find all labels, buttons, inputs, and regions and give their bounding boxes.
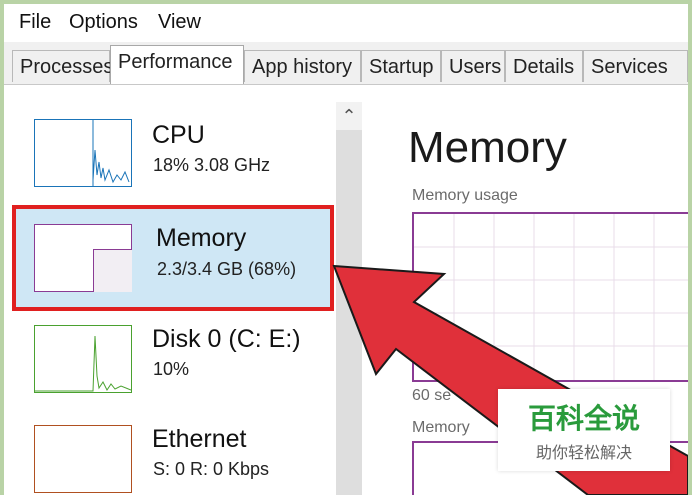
ethernet-label: Ethernet <box>152 425 247 453</box>
cpu-detail: 18% 3.08 GHz <box>153 155 271 175</box>
disk-graph <box>34 325 132 393</box>
memory-usage-graph <box>412 212 688 382</box>
menu-options[interactable]: Options <box>69 11 138 34</box>
disk-detail: 10% <box>153 359 190 379</box>
disk-graph-lines <box>35 335 131 392</box>
sidebar-scrollbar[interactable]: ⌃ <box>336 102 362 495</box>
tab-users[interactable]: Users <box>441 50 505 82</box>
memory-detail: 2.3/3.4 GB (68%) <box>157 259 297 279</box>
memory-usage-label: Memory usage <box>412 187 518 204</box>
ethernet-graph <box>34 425 132 493</box>
cpu-graph <box>34 119 132 187</box>
menu-bar: File Options View <box>4 4 688 42</box>
page-title: Memory <box>408 123 567 172</box>
memory-label: Memory <box>156 224 247 252</box>
disk-label: Disk 0 (C: E:) <box>152 325 301 353</box>
task-manager-window: File Options View Processes Performance … <box>4 4 688 495</box>
watermark-subtitle: 助你轻松解决 <box>535 445 632 462</box>
usage-grid <box>414 214 688 380</box>
scroll-up-icon[interactable]: ⌃ <box>336 102 362 130</box>
watermark-badge: 百科全说 助你轻松解决 <box>498 389 670 471</box>
tab-startup[interactable]: Startup <box>361 50 441 82</box>
memory-usage-fill <box>93 249 132 292</box>
tab-app-history[interactable]: App history <box>244 50 361 82</box>
tab-services[interactable]: Services <box>583 50 688 82</box>
cpu-graph-lines <box>92 120 130 186</box>
menu-view[interactable]: View <box>158 11 201 34</box>
menu-file[interactable]: File <box>19 11 51 34</box>
resource-list: CPU 18% 3.08 GHz Memory 2.3/3.4 GB (68%)… <box>4 85 336 495</box>
memory-composition-label: Memory <box>412 419 470 436</box>
tab-performance[interactable]: Performance <box>110 45 244 84</box>
resource-item-memory[interactable]: Memory 2.3/3.4 GB (68%) <box>12 205 334 311</box>
tab-bar: Processes Performance App history Startu… <box>4 42 688 85</box>
ethernet-detail: S: 0 R: 0 Kbps <box>153 459 270 479</box>
time-axis-label: 60 se <box>412 387 452 404</box>
cpu-label: CPU <box>152 121 205 149</box>
watermark-title: 百科全说 <box>527 403 640 434</box>
resource-item-ethernet[interactable]: Ethernet S: 0 R: 0 Kbps <box>4 415 336 495</box>
resource-item-disk[interactable]: Disk 0 (C: E:) 10% <box>4 315 336 415</box>
memory-graph <box>34 224 132 292</box>
tab-processes[interactable]: Processes <box>12 50 113 82</box>
tab-details[interactable]: Details <box>505 50 583 82</box>
resource-item-cpu[interactable]: CPU 18% 3.08 GHz <box>4 85 336 187</box>
